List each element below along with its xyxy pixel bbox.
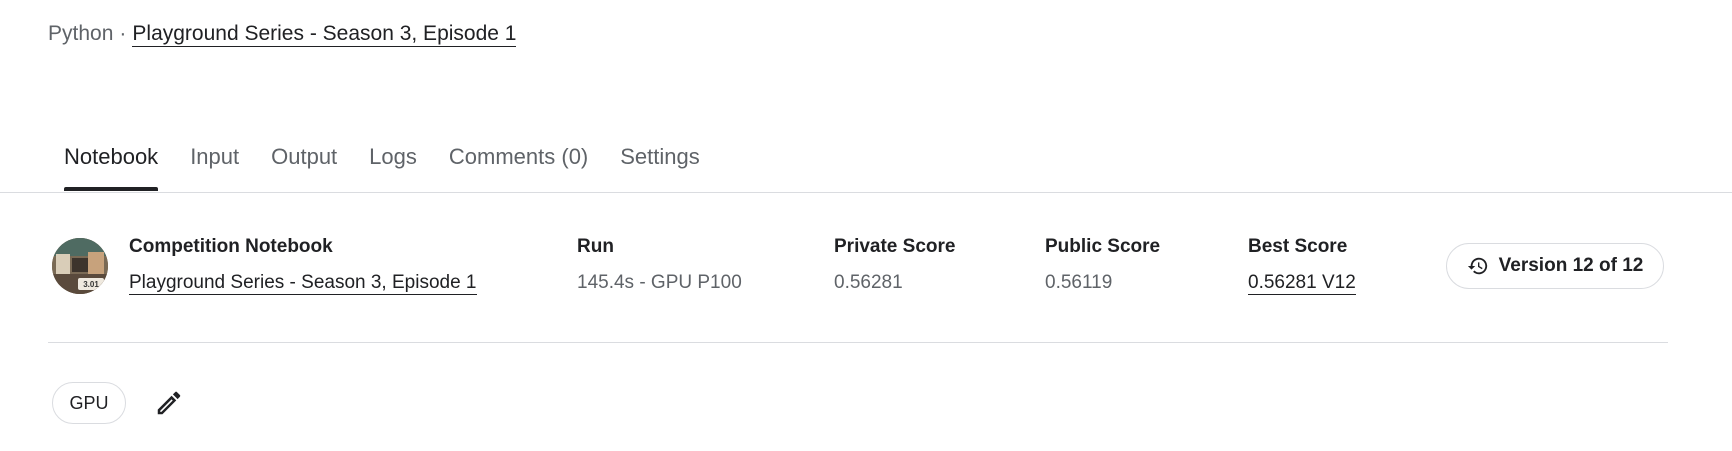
public-score-value: 0.56119: [1045, 272, 1113, 293]
notebook-subtitle: Python · Playground Series - Season 3, Epi…: [48, 22, 517, 47]
competition-name-link[interactable]: Playground Series - Season 3, Episode 1: [129, 272, 477, 295]
pencil-icon: [157, 391, 181, 415]
competition-label: Competition Notebook: [129, 236, 333, 257]
language-label: Python: [48, 22, 114, 45]
public-score-column: Public Score 0.56119: [1045, 236, 1160, 294]
tab-comments[interactable]: Comments (0): [449, 144, 588, 190]
best-score-column: Best Score 0.56281 V12: [1248, 236, 1356, 295]
tab-notebook[interactable]: Notebook: [64, 144, 159, 191]
public-score-label: Public Score: [1045, 236, 1161, 257]
tab-output[interactable]: Output: [271, 144, 337, 190]
tab-logs[interactable]: Logs: [369, 144, 417, 190]
private-score-label: Private Score: [834, 236, 956, 257]
separator: ·: [119, 22, 127, 45]
accelerator-tag: GPU: [52, 382, 126, 424]
notebook-info-row: 3.01 Competition Notebook Playground Ser…: [48, 236, 1668, 343]
competition-link[interactable]: Playground Series - Season 3, Episode 1: [132, 22, 517, 47]
competition-thumbnail[interactable]: 3.01: [52, 238, 108, 294]
history-icon: [1467, 257, 1487, 275]
notebook-page: Python · Playground Series - Season 3, Epi…: [0, 0, 1732, 451]
tab-settings[interactable]: Settings: [620, 144, 700, 190]
thumbnail-image: 3.01: [52, 238, 108, 294]
run-column: Run 145.4s - GPU P100: [577, 236, 742, 294]
edit-tags-button[interactable]: [154, 388, 184, 418]
version-button-label: Version 12 of 12: [1498, 255, 1644, 276]
best-score-link[interactable]: 0.56281 V12: [1248, 272, 1356, 295]
private-score-column: Private Score 0.56281: [834, 236, 955, 294]
version-history-button[interactable]: Version 12 of 12: [1446, 243, 1664, 289]
competition-column: Competition Notebook Playground Series -…: [129, 236, 477, 295]
best-score-label: Best Score: [1248, 236, 1348, 257]
run-label: Run: [577, 236, 614, 257]
tab-bar: Notebook Input Output Logs Comments (0) …: [0, 120, 1732, 193]
tab-input[interactable]: Input: [190, 144, 239, 190]
private-score-value: 0.56281: [834, 272, 903, 293]
thumbnail-badge: 3.01: [83, 280, 99, 289]
run-value: 145.4s - GPU P100: [577, 272, 742, 293]
